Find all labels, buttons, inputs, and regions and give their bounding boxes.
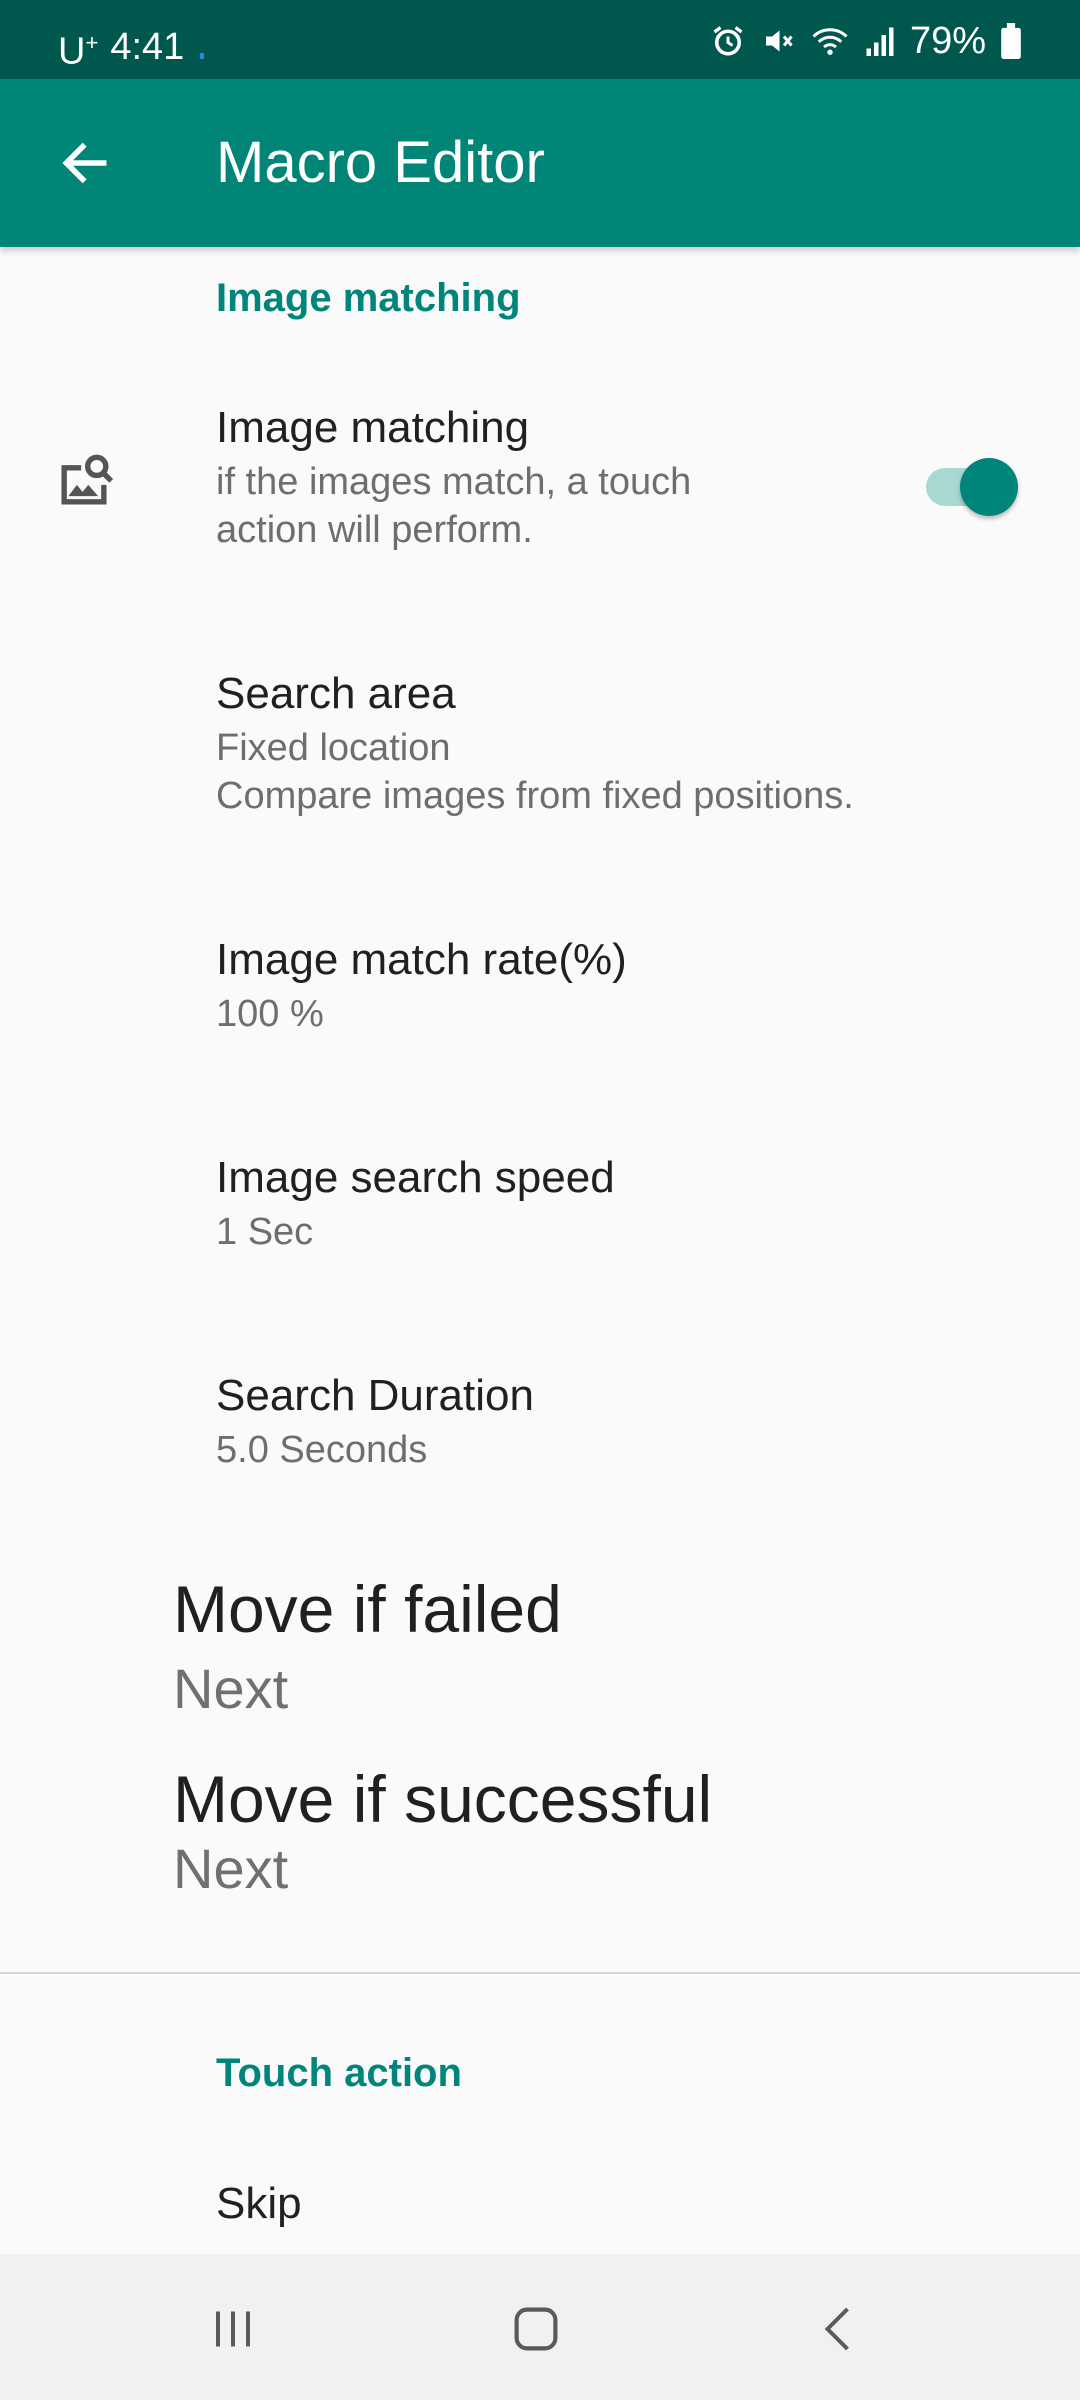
image-matching-summary: if the images match, a touch action will… bbox=[216, 461, 692, 551]
notification-dot bbox=[200, 53, 205, 60]
signal-icon bbox=[864, 23, 896, 59]
image-search-icon bbox=[61, 454, 114, 505]
nav-back-button[interactable] bbox=[780, 2284, 900, 2374]
search-area-title: Search area bbox=[216, 669, 456, 718]
mute-icon bbox=[760, 23, 796, 59]
match-rate-summary: 100 % bbox=[216, 993, 324, 1035]
status-right: 79% bbox=[710, 20, 1022, 62]
search-duration-pref[interactable]: Search Duration 5.0 Seconds bbox=[216, 1370, 976, 1474]
move-if-successful-title: Move if successful bbox=[173, 1762, 713, 1836]
battery-icon bbox=[1000, 23, 1022, 59]
carrier-label: U+ bbox=[58, 30, 99, 73]
search-speed-summary: 1 Sec bbox=[216, 1211, 314, 1253]
app-bar: Macro Editor bbox=[0, 79, 1080, 247]
move-if-failed-title: Move if failed bbox=[173, 1572, 562, 1646]
match-rate-pref[interactable]: Image match rate(%) 100 % bbox=[216, 934, 976, 1038]
search-duration-title: Search Duration bbox=[216, 1371, 534, 1420]
move-if-successful-value: Next bbox=[173, 1837, 289, 1900]
alarm-icon bbox=[710, 23, 746, 59]
skip-title: Skip bbox=[216, 2179, 302, 2228]
battery-percent: 79% bbox=[909, 20, 986, 62]
match-rate-title: Image match rate(%) bbox=[216, 935, 627, 984]
search-area-pref[interactable]: Search area Fixed location Compare image… bbox=[216, 668, 976, 820]
status-bar: U+ 4:41 79% bbox=[0, 0, 1080, 79]
page-title: Macro Editor bbox=[216, 130, 545, 195]
section-header-touch-action: Touch action bbox=[216, 2051, 462, 2095]
search-speed-pref[interactable]: Image search speed 1 Sec bbox=[216, 1152, 976, 1256]
status-left: U+ 4:41 bbox=[58, 22, 205, 73]
image-matching-title: Image matching bbox=[216, 403, 530, 452]
status-time: 4:41 bbox=[110, 26, 185, 69]
recent-apps-button[interactable] bbox=[173, 2284, 293, 2374]
skip-pref[interactable]: Skip bbox=[216, 2178, 976, 2230]
image-matching-pref: Image matching if the images match, a to… bbox=[216, 402, 976, 554]
move-if-failed-value: Next bbox=[173, 1657, 289, 1720]
search-area-summary: Fixed location Compare images from fixed… bbox=[216, 727, 854, 817]
move-if-successful-pref[interactable]: Move if successful Next bbox=[173, 1762, 1033, 1902]
image-matching-switch[interactable] bbox=[924, 450, 1024, 516]
search-speed-title: Image search speed bbox=[216, 1153, 615, 1202]
section-divider bbox=[0, 1972, 1080, 1974]
search-duration-summary: 5.0 Seconds bbox=[216, 1429, 428, 1471]
home-icon bbox=[514, 2307, 558, 2351]
recent-apps-icon bbox=[216, 2311, 250, 2347]
back-icon bbox=[824, 2307, 849, 2351]
wifi-icon bbox=[810, 23, 850, 59]
home-button[interactable] bbox=[476, 2284, 596, 2374]
back-arrow-icon bbox=[62, 142, 107, 184]
back-button[interactable] bbox=[40, 123, 130, 203]
move-if-failed-pref[interactable]: Move if failed Next bbox=[173, 1572, 1033, 1722]
section-header-image-matching: Image matching bbox=[216, 276, 521, 320]
switch-thumb bbox=[960, 458, 1018, 516]
navigation-bar bbox=[0, 2254, 1080, 2400]
